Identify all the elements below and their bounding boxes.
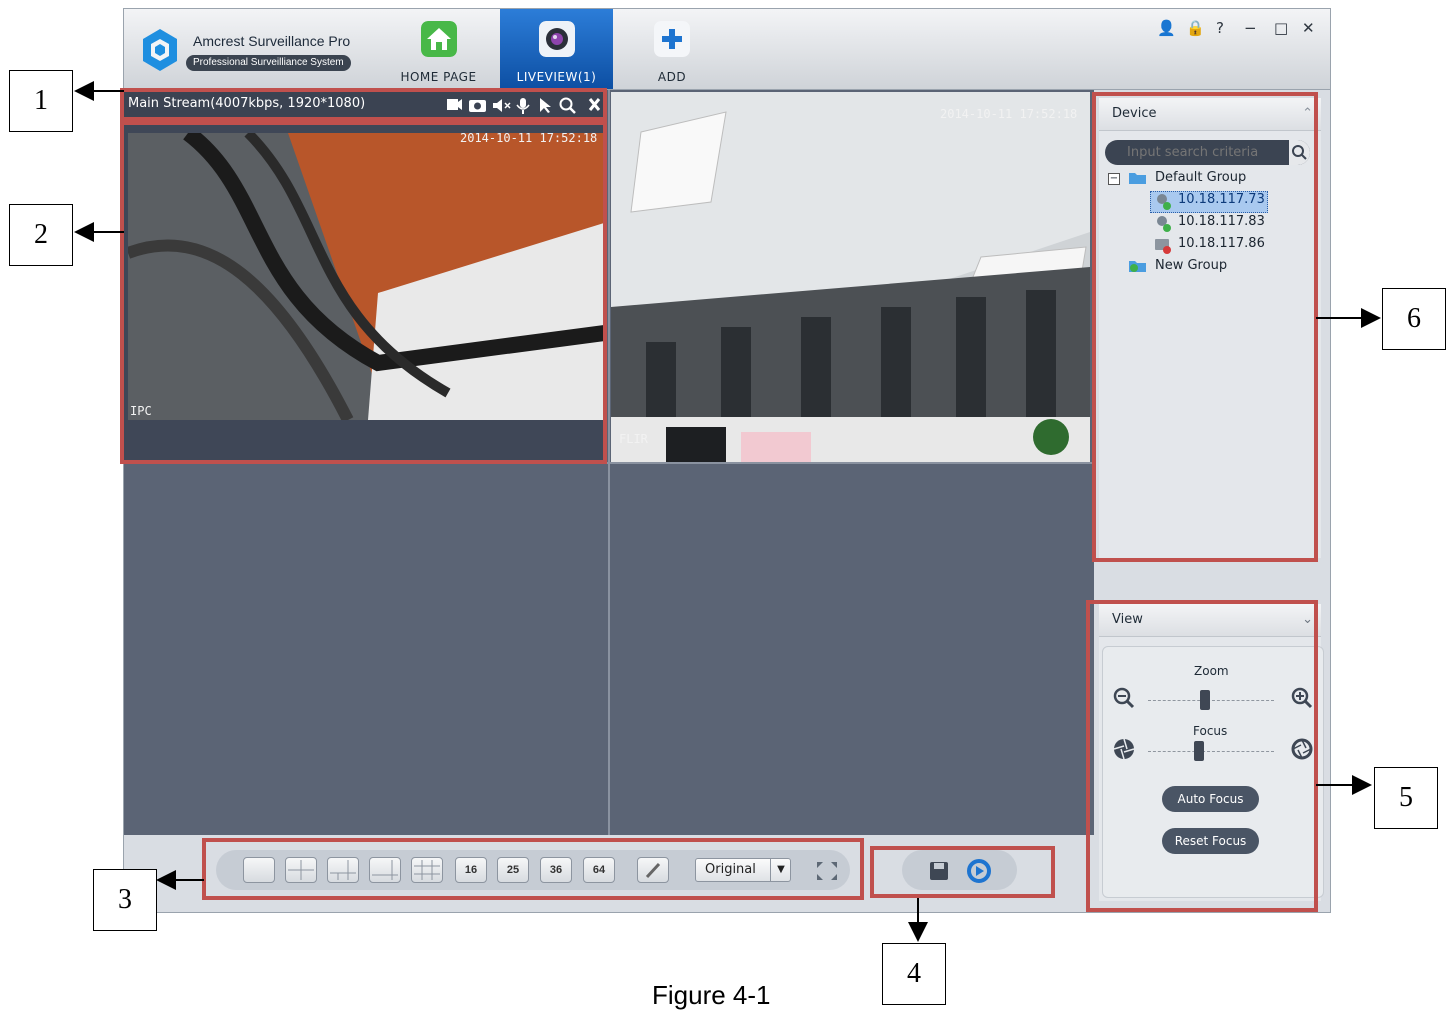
callout-2: 2 bbox=[9, 204, 73, 266]
camera-2-overlay: FLIR bbox=[619, 432, 648, 446]
tab-liveview-label: LIVEVIEW(1) bbox=[516, 70, 597, 84]
camera-2-timestamp: 2014-10-11 17:52:18 bbox=[940, 107, 1078, 121]
top-bar bbox=[124, 9, 1330, 90]
tab-home-page-label: HOME PAGE bbox=[400, 70, 477, 84]
lock-icon[interactable]: 🔒 bbox=[1186, 19, 1205, 37]
callout-3: 3 bbox=[93, 869, 157, 931]
app-subtitle: Professional Surveilliance System bbox=[186, 55, 351, 71]
app-logo-icon bbox=[143, 29, 177, 71]
figure-caption: Figure 4-1 bbox=[652, 980, 771, 1010]
camera-feed-2 bbox=[611, 92, 1090, 462]
callout-4: 4 bbox=[882, 943, 946, 1005]
home-icon bbox=[420, 21, 457, 57]
annotation-box-1 bbox=[120, 88, 607, 121]
maximize-button[interactable]: □ bbox=[1274, 19, 1288, 37]
callout-5: 5 bbox=[1374, 767, 1438, 829]
plus-icon bbox=[654, 21, 690, 57]
annotation-box-5 bbox=[1086, 600, 1318, 912]
video-window-2[interactable] bbox=[611, 92, 1090, 462]
tab-add[interactable]: ADD bbox=[622, 9, 722, 89]
annotation-box-4 bbox=[870, 846, 1055, 898]
help-button[interactable]: ? bbox=[1216, 19, 1224, 37]
app-title: Amcrest Surveillance Pro bbox=[193, 33, 351, 49]
minimize-button[interactable]: − bbox=[1244, 19, 1257, 37]
annotation-box-6 bbox=[1092, 92, 1318, 562]
annotation-box-3 bbox=[202, 838, 864, 900]
tab-add-label: ADD bbox=[657, 70, 687, 84]
camera-lens-icon bbox=[538, 21, 575, 57]
annotation-box-2 bbox=[120, 121, 607, 464]
callout-6: 6 bbox=[1382, 288, 1446, 350]
close-button[interactable]: ✕ bbox=[1302, 19, 1315, 37]
tab-home-page[interactable]: HOME PAGE bbox=[386, 9, 491, 89]
tab-liveview[interactable]: LIVEVIEW(1) bbox=[500, 9, 613, 89]
callout-1: 1 bbox=[9, 70, 73, 132]
user-icon[interactable]: 👤 bbox=[1157, 19, 1176, 37]
